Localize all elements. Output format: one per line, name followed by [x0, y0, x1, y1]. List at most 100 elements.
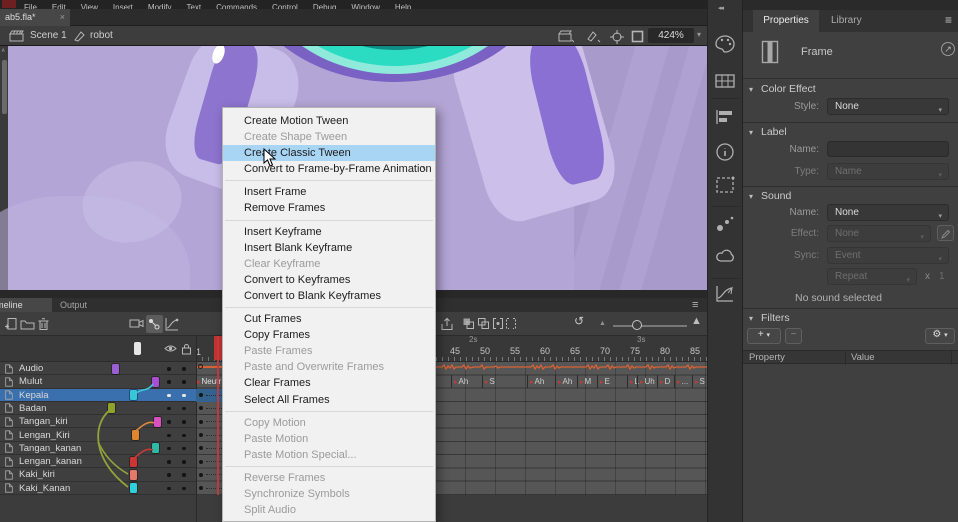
- align-panel-icon[interactable]: [714, 108, 736, 126]
- layer-color-swatch[interactable]: [132, 430, 139, 440]
- swatches-panel-icon[interactable]: [714, 72, 736, 90]
- context-menu-item-insert-blank-keyframe[interactable]: Insert Blank Keyframe: [223, 240, 435, 256]
- chevron-down-icon[interactable]: ▾: [749, 128, 753, 137]
- edit-sound-envelope-button[interactable]: [937, 225, 954, 241]
- layer-row-kaki-kiri[interactable]: Kaki_kiri: [0, 468, 196, 481]
- scroll-up-icon[interactable]: ∧: [1, 47, 5, 54]
- keyframe-dot[interactable]: [199, 473, 203, 477]
- zoom-level-field[interactable]: 424%: [648, 28, 694, 43]
- app-logo-icon[interactable]: [2, 0, 16, 8]
- layer-color-swatch[interactable]: [154, 417, 161, 427]
- chevron-down-icon[interactable]: ▾: [749, 192, 753, 201]
- context-menu-item-clear-frames[interactable]: Clear Frames: [223, 375, 435, 391]
- remove-filter-button[interactable]: −: [785, 328, 802, 344]
- layer-lock-dot[interactable]: [182, 447, 186, 451]
- tab-library[interactable]: Library: [831, 15, 862, 26]
- graph-editor-icon[interactable]: [165, 317, 179, 331]
- onion-skin-icon[interactable]: [462, 317, 475, 330]
- edit-multiple-frames-icon[interactable]: [492, 317, 504, 330]
- layer-highlight-column-icon[interactable]: [134, 342, 141, 355]
- add-filter-button[interactable]: + ▾: [747, 328, 781, 344]
- context-menu-item-copy-frames[interactable]: Copy Frames: [223, 327, 435, 343]
- layer-row-tangan-kanan[interactable]: Tangan_kanan: [0, 442, 196, 455]
- edit-scene-icon[interactable]: [558, 30, 574, 43]
- keyframe-dot[interactable]: [199, 420, 203, 424]
- context-menu-item-create-motion-tween[interactable]: Create Motion Tween: [223, 113, 435, 129]
- layer-row-lengan-kanan[interactable]: Lengan_kanan: [0, 455, 196, 468]
- layer-color-swatch[interactable]: [130, 457, 137, 467]
- context-menu-item-select-all-frames[interactable]: Select All Frames: [223, 392, 435, 408]
- layer-lock-dot[interactable]: [182, 380, 186, 384]
- lip-sync-keyframe[interactable]: ▸M: [577, 375, 591, 388]
- onion-skin-outline-icon[interactable]: [477, 317, 490, 330]
- panel-menu-icon[interactable]: ≡: [945, 13, 952, 27]
- layer-lock-dot[interactable]: [182, 434, 186, 438]
- context-menu-item-convert-to-frame-by-frame-animation[interactable]: Convert to Frame-by-Frame Animation›: [223, 161, 435, 177]
- context-menu-item-insert-keyframe[interactable]: Insert Keyframe: [223, 224, 435, 240]
- motion-editor-panel-icon[interactable]: [714, 284, 736, 304]
- chevron-down-icon[interactable]: ▾: [749, 314, 753, 323]
- layer-visibility-dot[interactable]: [167, 487, 171, 491]
- breadcrumb-scene[interactable]: Scene 1: [30, 30, 67, 41]
- context-menu-item-convert-to-keyframes[interactable]: Convert to Keyframes: [223, 272, 435, 288]
- marker-range-icon[interactable]: [505, 317, 517, 330]
- section-filters[interactable]: Filters: [761, 312, 790, 324]
- parenting-view-button[interactable]: [146, 315, 163, 333]
- keyframe-dot[interactable]: [199, 486, 203, 490]
- layer-row-badan[interactable]: Badan: [0, 402, 196, 415]
- layer-row-kepala[interactable]: Kepala: [0, 389, 196, 402]
- keyframe-dot[interactable]: [199, 406, 203, 410]
- sound-name-dropdown[interactable]: None▾: [827, 204, 949, 221]
- lip-sync-keyframe[interactable]: ▸Ah: [555, 375, 572, 388]
- jump-icon[interactable]: ↗: [941, 42, 955, 56]
- layer-visibility-dot[interactable]: [167, 447, 171, 451]
- layer-color-swatch[interactable]: [108, 403, 115, 413]
- timeline-zoom-slider-track[interactable]: [613, 325, 687, 327]
- layer-color-swatch[interactable]: [152, 443, 159, 453]
- lock-icon[interactable]: [181, 343, 192, 355]
- layer-color-swatch[interactable]: [130, 483, 137, 493]
- center-stage-icon[interactable]: [610, 30, 624, 44]
- tab-output[interactable]: Output: [60, 300, 87, 310]
- layer-color-swatch[interactable]: [130, 470, 137, 480]
- layer-visibility-dot[interactable]: [167, 394, 171, 398]
- camera-icon[interactable]: [129, 317, 144, 330]
- layer-color-swatch[interactable]: [112, 364, 119, 374]
- new-folder-icon[interactable]: [20, 317, 35, 331]
- context-menu-item-insert-frame[interactable]: Insert Frame: [223, 184, 435, 200]
- lip-sync-keyframe[interactable]: ▸...: [674, 375, 688, 388]
- lip-sync-keyframe[interactable]: ▸Ah: [451, 375, 468, 388]
- filter-options-button[interactable]: ⚙ ▾: [925, 328, 955, 344]
- label-name-input[interactable]: [827, 141, 949, 157]
- layer-visibility-dot[interactable]: [167, 460, 171, 464]
- layer-visibility-dot[interactable]: [167, 380, 171, 384]
- layer-row-lengan-kiri[interactable]: Lengan_Kiri: [0, 429, 196, 442]
- scrollbar-thumb[interactable]: [2, 60, 7, 114]
- style-dropdown[interactable]: None▾: [827, 98, 949, 115]
- layer-visibility-dot[interactable]: [167, 420, 171, 424]
- lip-sync-keyframe[interactable]: ▸Ah: [527, 375, 544, 388]
- edit-symbols-icon[interactable]: [586, 30, 602, 43]
- layer-color-swatch[interactable]: [152, 377, 159, 387]
- lip-sync-keyframe[interactable]: ▸Uh: [637, 375, 655, 388]
- context-menu-item-cut-frames[interactable]: Cut Frames: [223, 311, 435, 327]
- tab-properties[interactable]: Properties: [753, 10, 819, 32]
- layer-lock-dot[interactable]: [182, 487, 186, 491]
- lip-sync-keyframe[interactable]: ▸S: [482, 375, 495, 388]
- layer-visibility-dot[interactable]: [167, 367, 171, 371]
- layer-lock-dot[interactable]: [182, 407, 186, 411]
- context-menu-item-remove-frames[interactable]: Remove Frames: [223, 200, 435, 216]
- collapse-dock-icon[interactable]: ◂◂: [718, 4, 723, 12]
- close-icon[interactable]: ×: [60, 9, 65, 26]
- keyframe-dot[interactable]: [199, 446, 203, 450]
- breadcrumb-symbol[interactable]: robot: [90, 30, 113, 41]
- layer-lock-dot[interactable]: [182, 460, 186, 464]
- zoom-in-timeline-icon[interactable]: ▲: [691, 315, 702, 327]
- tab-timeline[interactable]: Timeline: [0, 298, 52, 312]
- clip-content-icon[interactable]: [631, 30, 644, 43]
- layer-row-mulut[interactable]: Mulut: [0, 375, 196, 388]
- lip-sync-keyframe[interactable]: ▸S: [692, 375, 705, 388]
- new-layer-icon[interactable]: [4, 317, 18, 331]
- keyframe-dot[interactable]: [199, 393, 203, 397]
- zoom-out-timeline-icon[interactable]: ▲: [599, 320, 606, 327]
